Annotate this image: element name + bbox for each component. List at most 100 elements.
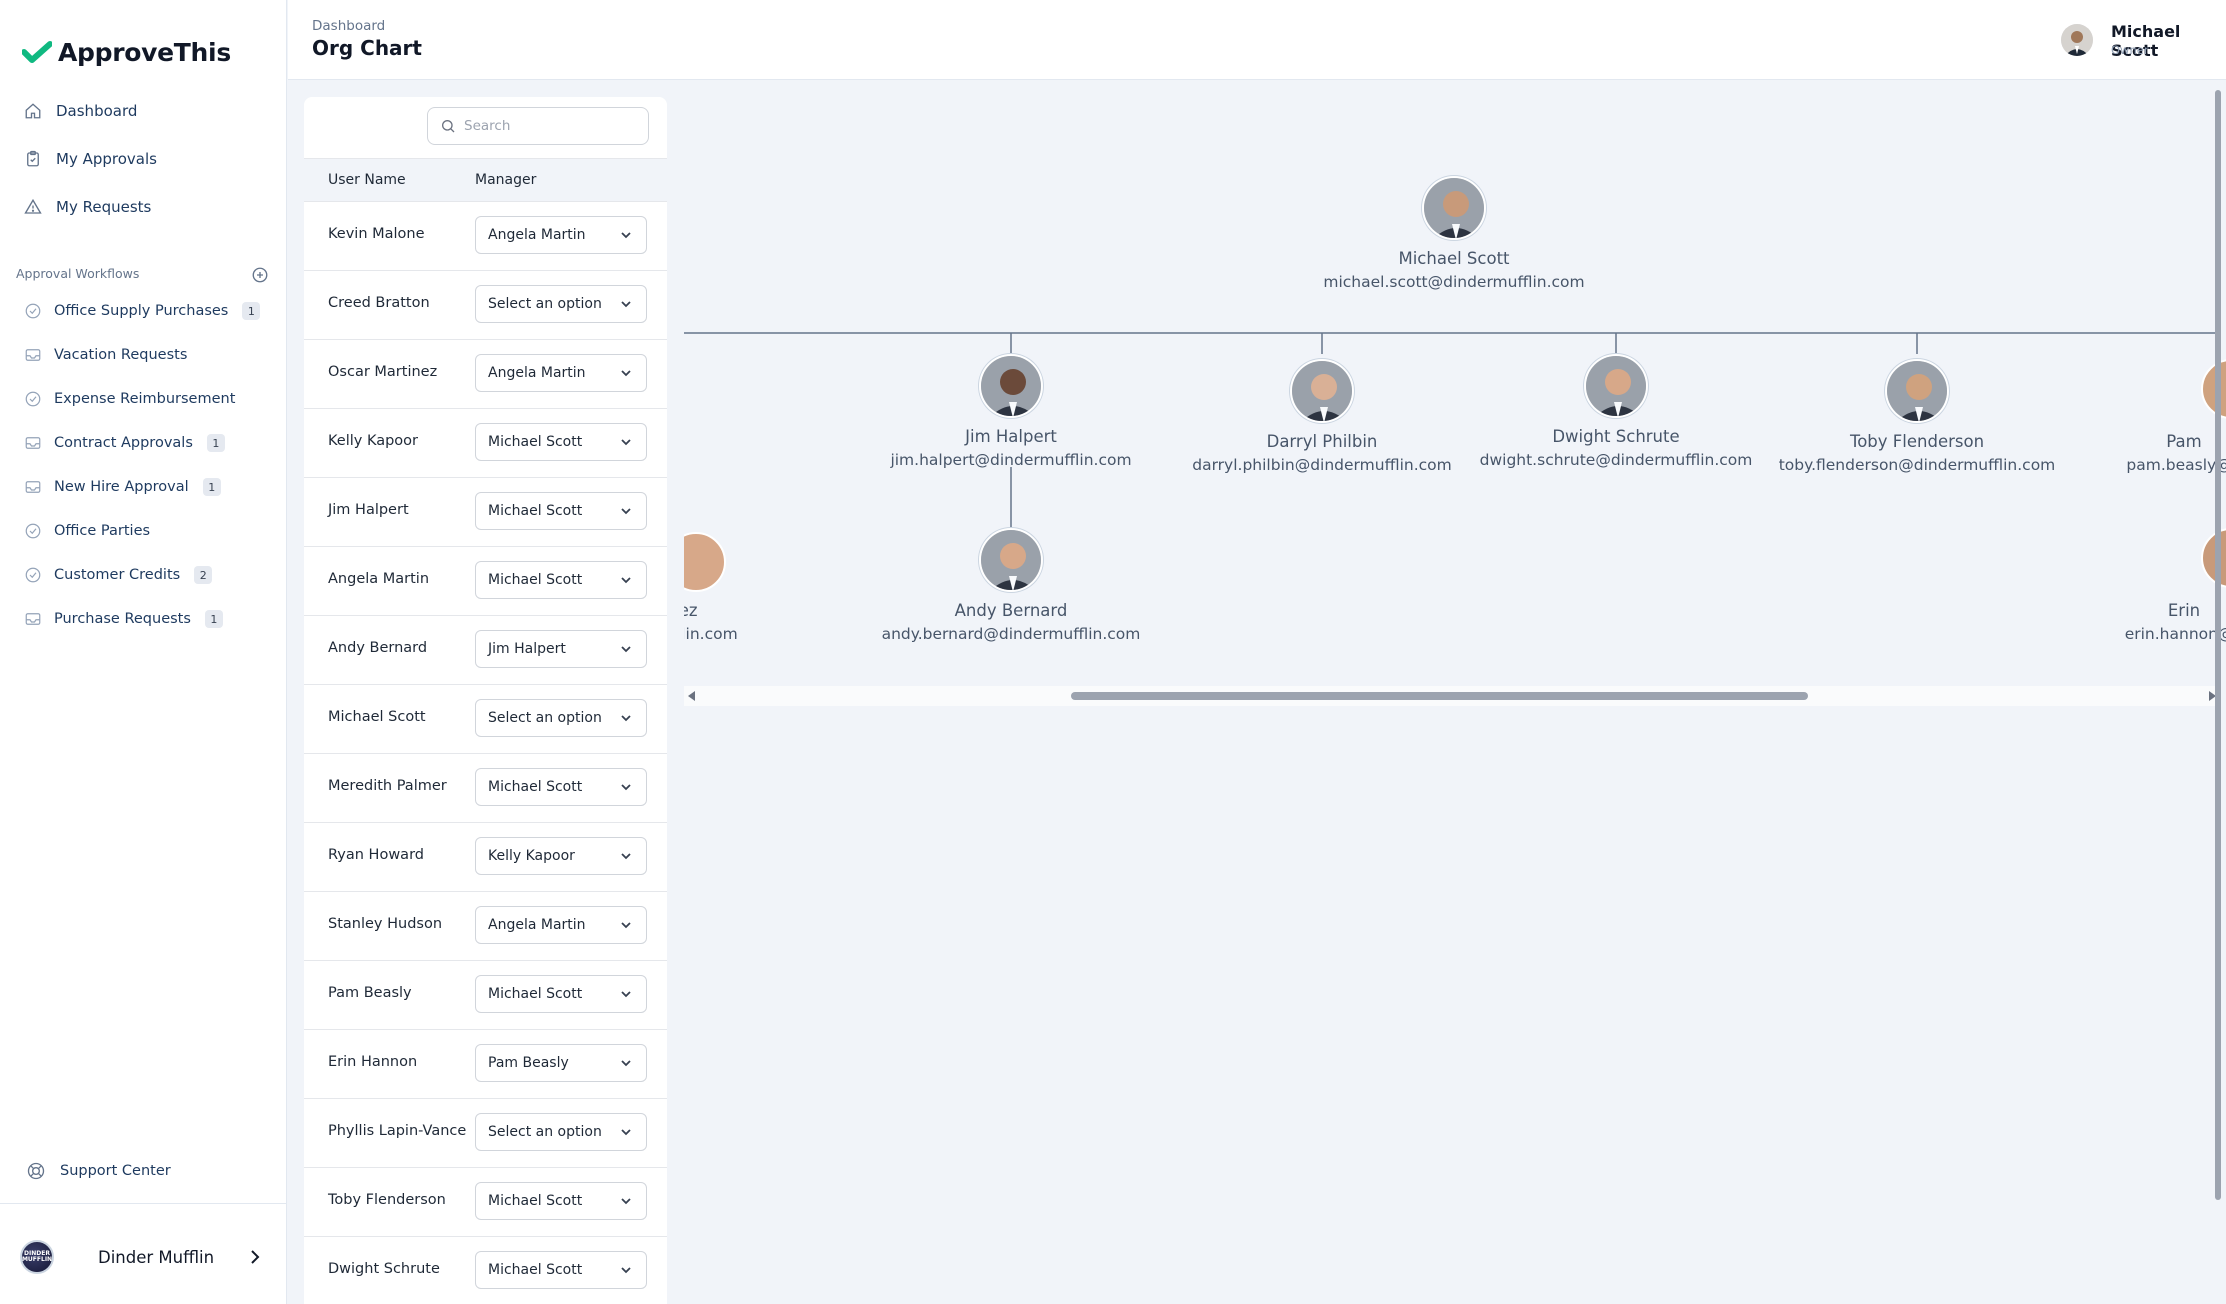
manager-select[interactable]: Select an option: [475, 699, 647, 737]
manager-select[interactable]: Michael Scott: [475, 975, 647, 1013]
page-vertical-scroll-thumb[interactable]: [2215, 90, 2221, 1200]
org-node-level1-1[interactable]: Darryl Philbin darryl.philbin@dindermuffl…: [1172, 359, 1472, 477]
manager-select[interactable]: Michael Scott: [475, 423, 647, 461]
organization-switcher[interactable]: DINDER MUFFLIN Dinder Mufflin: [0, 1203, 287, 1304]
org-node-level2-2[interactable]: Erin erin.hannon@d: [2034, 528, 2226, 646]
person-name: Erin: [2167, 601, 2201, 620]
user-avatar[interactable]: [2061, 24, 2093, 56]
chart-horizontal-scrollbar[interactable]: [684, 686, 2220, 706]
person-photo: [1290, 359, 1354, 423]
org-node-level1-3[interactable]: Toby Flenderson toby.flenderson@dindermuf…: [1767, 359, 2067, 477]
support-center-link[interactable]: Support Center: [26, 1156, 171, 1186]
user-name-cell: Meredith Palmer: [328, 778, 447, 794]
manager-select[interactable]: Michael Scott: [475, 768, 647, 806]
workflow-purchase-requests[interactable]: Purchase Requests 1: [24, 605, 223, 633]
manager-select[interactable]: Kelly Kapoor: [475, 837, 647, 875]
person-email: darryl.philbin@dindermufflin.com: [1192, 456, 1452, 474]
brand-logo[interactable]: ApproveThis: [22, 32, 231, 72]
workflow-office-supply-purchases[interactable]: Office Supply Purchases 1: [24, 297, 261, 325]
workflow-customer-credits[interactable]: Customer Credits 2: [24, 561, 213, 589]
workflow-label: Expense Reimbursement: [54, 391, 236, 407]
person-email: andy.bernard@dindermufflin.com: [881, 625, 1141, 643]
user-name-cell: Phyllis Lapin-Vance: [328, 1123, 467, 1139]
workflow-new-hire-approval[interactable]: New Hire Approval 1: [24, 473, 221, 501]
manager-select[interactable]: Select an option: [475, 1113, 647, 1151]
person-name: Pam: [2166, 432, 2202, 451]
org-node-level2-1[interactable]: Andy Bernard andy.bernard@dindermufflin.c…: [861, 528, 1161, 646]
org-node-level1-4[interactable]: Pam pam.beasly@d: [2034, 359, 2226, 477]
manager-select[interactable]: Angela Martin: [475, 216, 647, 254]
chevron-down-icon: [621, 991, 631, 998]
workflow-office-parties[interactable]: Office Parties: [24, 517, 150, 545]
chevron-down-icon: [621, 370, 631, 377]
manager-select[interactable]: Michael Scott: [475, 492, 647, 530]
chevron-down-icon: [621, 1198, 631, 1205]
table-row: Erin Hannon Pam Beasly: [304, 1030, 667, 1099]
manager-select-value: Michael Scott: [488, 572, 583, 588]
breadcrumb[interactable]: Dashboard: [312, 18, 385, 34]
user-name-cell: Michael Scott: [328, 709, 426, 725]
user-name-cell: Andy Bernard: [328, 640, 428, 656]
page-vertical-scrollbar[interactable]: [2212, 80, 2226, 1304]
workflow-vacation-requests[interactable]: Vacation Requests: [24, 341, 187, 369]
search-box[interactable]: [427, 107, 649, 145]
manager-select-value: Michael Scott: [488, 779, 583, 795]
person-email: michael.scott@dindermufflin.com: [1323, 273, 1585, 291]
person-name: Jim Halpert: [965, 427, 1057, 446]
manager-select[interactable]: Michael Scott: [475, 561, 647, 599]
manager-select[interactable]: Jim Halpert: [475, 630, 647, 668]
workflow-count-badge: 1: [204, 610, 223, 628]
nav-my-requests[interactable]: My Requests: [24, 192, 151, 222]
user-role: Owner: [2111, 43, 2149, 57]
table-header: User Name Manager: [304, 158, 667, 202]
manager-select[interactable]: Select an option: [475, 285, 647, 323]
person-photo: [1584, 354, 1648, 418]
manager-select[interactable]: Michael Scott: [475, 1251, 647, 1289]
workflow-count-badge: 1: [206, 434, 225, 452]
nav-dashboard-label: Dashboard: [56, 102, 138, 120]
person-avatar-icon: [1586, 356, 1646, 416]
nav-my-approvals[interactable]: My Approvals: [24, 144, 157, 174]
table-row: Meredith Palmer Michael Scott: [304, 754, 667, 823]
user-manager-panel: User Name Manager Kevin Malone Angela Mar…: [304, 97, 667, 1304]
person-email: dwight.schrute@dindermufflin.com: [1479, 451, 1753, 469]
manager-select-value: Michael Scott: [488, 503, 583, 519]
nav-my-approvals-label: My Approvals: [56, 150, 157, 168]
person-photo: [1422, 176, 1486, 240]
chevron-down-icon: [621, 232, 631, 239]
chevron-down-icon: [621, 301, 631, 308]
chevron-down-icon: [621, 715, 631, 722]
manager-select-value: Jim Halpert: [488, 641, 566, 657]
add-workflow-icon[interactable]: [251, 266, 269, 284]
chart-horizontal-scroll-thumb[interactable]: [1071, 692, 1808, 700]
table-row: Creed Bratton Select an option: [304, 271, 667, 340]
org-node-level1-2[interactable]: Dwight Schrute dwight.schrute@dindermuffl…: [1466, 354, 1766, 472]
workflow-contract-approvals[interactable]: Contract Approvals 1: [24, 429, 225, 457]
inbox-icon: [25, 437, 41, 449]
manager-select[interactable]: Pam Beasly: [475, 1044, 647, 1082]
user-name-cell: Dwight Schrute: [328, 1261, 440, 1277]
workflow-count-badge: 1: [202, 478, 221, 496]
table-row: Ryan Howard Kelly Kapoor: [304, 823, 667, 892]
nav-dashboard[interactable]: Dashboard: [24, 96, 137, 126]
manager-select[interactable]: Angela Martin: [475, 906, 647, 944]
workflow-label: Office Supply Purchases: [54, 303, 229, 319]
scroll-left-icon[interactable]: [688, 691, 696, 701]
table-row: Dwight Schrute Michael Scott: [304, 1237, 667, 1304]
org-node-root[interactable]: Michael Scott michael.scott@dindermufflin…: [1304, 176, 1604, 294]
manager-select-value: Pam Beasly: [488, 1055, 569, 1071]
table-row: Phyllis Lapin-Vance Select an option: [304, 1099, 667, 1168]
manager-select[interactable]: Michael Scott: [475, 1182, 647, 1220]
sidebar: ApproveThis Dashboard My Approvals My Re…: [0, 0, 287, 1304]
user-name-cell: Erin Hannon: [328, 1054, 418, 1070]
manager-select-value: Angela Martin: [488, 365, 586, 381]
manager-select[interactable]: Angela Martin: [475, 354, 647, 392]
org-chart-canvas[interactable]: Michael Scott michael.scott@dindermufflin…: [684, 80, 2226, 712]
user-name-cell: Kelly Kapoor: [328, 433, 419, 449]
search-input[interactable]: [464, 118, 634, 134]
manager-select-value: Michael Scott: [488, 1262, 583, 1278]
org-node-level1-0[interactable]: Jim Halpert jim.halpert@dindermufflin.com: [861, 354, 1161, 472]
badge-icon: [25, 391, 41, 407]
workflow-expense-reimbursement[interactable]: Expense Reimbursement: [24, 385, 235, 413]
person-photo: [979, 354, 1043, 418]
